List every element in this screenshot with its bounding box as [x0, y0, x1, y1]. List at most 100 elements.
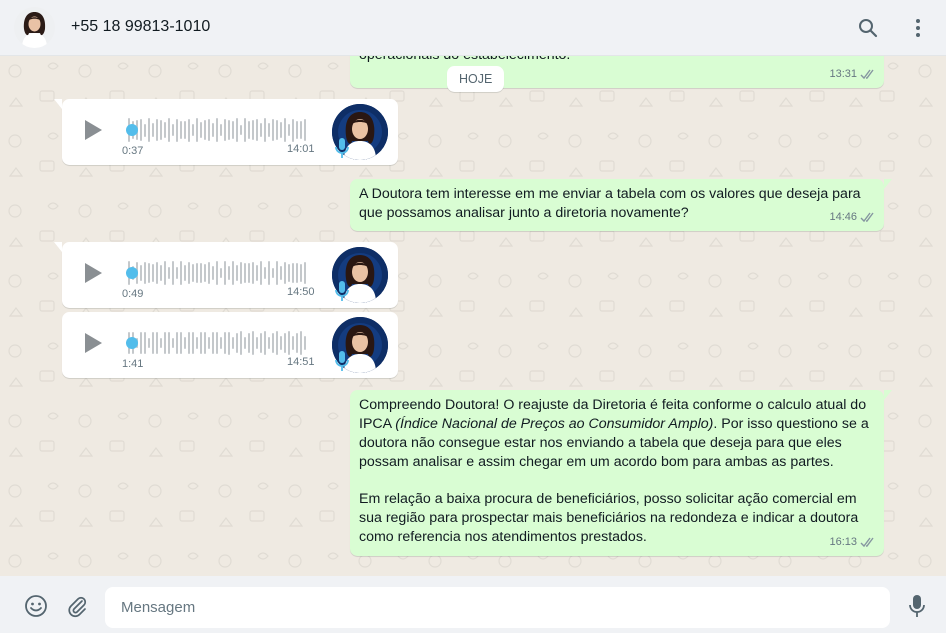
play-icon[interactable]: [82, 119, 104, 141]
play-icon[interactable]: [82, 262, 104, 284]
waveform-bar: [144, 331, 146, 355]
waveform-bar: [268, 261, 270, 285]
waveform-bar: [244, 336, 246, 350]
waveform-bar: [164, 332, 166, 354]
waveform-bar: [248, 121, 250, 139]
contact-name[interactable]: +55 18 99813-1010: [71, 18, 210, 36]
message-time: 14:46: [829, 211, 857, 223]
waveform-bar: [208, 119, 210, 141]
waveform-bar: [184, 120, 186, 140]
audio-duration: 1:41: [122, 358, 144, 370]
waveform-bar: [180, 120, 182, 140]
emoji-icon[interactable]: [24, 594, 48, 618]
waveform-bar: [188, 118, 190, 142]
waveform-bar: [184, 337, 186, 349]
waveform-bar: [172, 261, 174, 285]
incoming-audio-message[interactable]: 1:41 14:51: [62, 312, 398, 378]
waveform-bar: [256, 118, 258, 142]
outgoing-message[interactable]: operacionais do estabelecimento. 13:31: [350, 56, 884, 88]
message-text: operacionais do estabelecimento.: [350, 56, 884, 73]
audio-duration: 0:37: [122, 145, 144, 157]
waveform-bar: [228, 331, 230, 355]
incoming-audio-message[interactable]: 0:49 14:50: [54, 242, 398, 308]
search-icon[interactable]: [854, 14, 882, 42]
waveform-bar: [180, 331, 182, 355]
waveform-bar: [264, 331, 266, 355]
waveform-bar: [292, 118, 294, 142]
message-meta: 16:13: [829, 533, 876, 552]
waveform-bar: [304, 118, 306, 142]
waveform-bar: [288, 264, 290, 282]
waveform-bar: [164, 261, 166, 285]
waveform-bar: [244, 118, 246, 142]
waveform-bar: [224, 261, 226, 285]
audio-waveform[interactable]: [128, 260, 306, 286]
waveform-bar: [192, 331, 194, 355]
waveform-bar: [160, 337, 162, 349]
paperclip-icon[interactable]: [65, 594, 89, 618]
waveform-bar: [172, 124, 174, 136]
outgoing-message[interactable]: Compreendo Doutora! O reajuste da Direto…: [350, 390, 892, 556]
message-time: 14:01: [287, 143, 315, 155]
waveform-bar: [232, 121, 234, 139]
waveform-bar: [232, 336, 234, 350]
waveform-bar: [272, 119, 274, 141]
incoming-audio-message[interactable]: 0:37 14:01: [54, 99, 398, 165]
audio-seek-handle[interactable]: [126, 267, 138, 279]
waveform-bar: [168, 266, 170, 280]
kebab-menu-icon[interactable]: [904, 14, 932, 42]
waveform-bar: [252, 262, 254, 284]
waveform-bar: [188, 332, 190, 354]
waveform-bar: [300, 331, 302, 355]
waveform-bar: [240, 331, 242, 355]
microphone-icon: [334, 280, 350, 302]
microphone-icon: [334, 137, 350, 159]
waveform-bar: [224, 118, 226, 142]
message-time: 16:13: [829, 536, 857, 548]
waveform-bar: [200, 332, 202, 354]
message-text-italic: (Índice Nacional de Preços ao Consumidor…: [395, 416, 714, 432]
audio-seek-handle[interactable]: [126, 337, 138, 349]
waveform-bar: [156, 119, 158, 141]
waveform-bar: [288, 124, 290, 136]
waveform-bar: [208, 337, 210, 349]
chat-area[interactable]: operacionais do estabelecimento. 13:31 H…: [0, 56, 946, 576]
read-ticks-icon: [860, 212, 874, 223]
waveform-bar: [164, 122, 166, 138]
waveform-bar: [280, 265, 282, 281]
waveform-bar: [144, 262, 146, 284]
audio-waveform[interactable]: [128, 330, 306, 356]
waveform-bar: [152, 332, 154, 354]
waveform-bar: [272, 267, 274, 279]
waveform-bar: [156, 331, 158, 355]
waveform-bar: [252, 120, 254, 140]
waveform-bar: [156, 261, 158, 284]
microphone-icon[interactable]: [906, 594, 928, 618]
waveform-bar: [140, 118, 142, 142]
waveform-bar: [240, 262, 242, 284]
waveform-bar: [220, 337, 222, 349]
waveform-bar: [184, 265, 186, 281]
waveform-bar: [160, 265, 162, 281]
message-time: 14:51: [287, 356, 315, 368]
waveform-bar: [260, 123, 262, 137]
waveform-bar: [168, 331, 170, 355]
audio-seek-handle[interactable]: [126, 124, 138, 136]
message-input[interactable]: [105, 587, 890, 628]
contact-avatar[interactable]: [14, 7, 55, 48]
waveform-bar: [260, 261, 262, 285]
waveform-bar: [268, 336, 270, 350]
waveform-bar: [148, 263, 150, 283]
audio-duration: 0:49: [122, 288, 144, 300]
waveform-bar: [224, 332, 226, 354]
waveform-bar: [216, 261, 218, 285]
waveform-bar: [216, 331, 218, 355]
waveform-bar: [176, 118, 178, 142]
audio-waveform[interactable]: [128, 117, 306, 143]
waveform-bar: [236, 118, 238, 142]
waveform-bar: [220, 267, 222, 279]
waveform-bar: [220, 123, 222, 137]
read-ticks-icon: [860, 537, 874, 548]
play-icon[interactable]: [82, 332, 104, 354]
outgoing-message[interactable]: A Doutora tem interesse em me enviar a t…: [350, 179, 892, 231]
